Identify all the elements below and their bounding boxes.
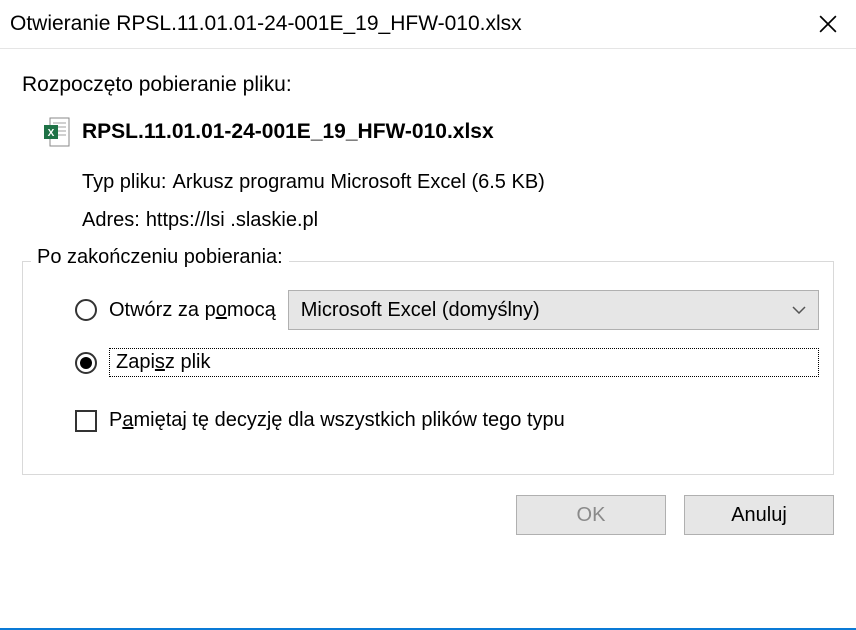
file-address-label: Adres: xyxy=(82,201,140,239)
save-file-label[interactable]: Zapisz plik xyxy=(116,351,210,373)
save-file-focus: Zapisz plik xyxy=(109,348,819,377)
file-name: RPSL.11.01.01-24-001E_19_HFW-010.xlsx xyxy=(82,120,494,144)
close-button[interactable] xyxy=(812,8,844,40)
file-address-value: https://lsi .slaskie.pl xyxy=(146,201,318,239)
open-with-select[interactable]: Microsoft Excel (domyślny) xyxy=(288,290,819,330)
ok-button[interactable]: OK xyxy=(516,495,666,535)
open-with-selected: Microsoft Excel (domyślny) xyxy=(301,299,540,322)
titlebar: Otwieranie RPSL.11.01.01-24-001E_19_HFW-… xyxy=(0,0,856,49)
open-with-row: Otwórz za pomocą Microsoft Excel (domyśl… xyxy=(75,290,819,330)
file-type-value: Arkusz programu Microsoft Excel (6.5 KB) xyxy=(172,163,544,201)
intro-text: Rozpoczęto pobieranie pliku: xyxy=(22,73,834,97)
save-file-radio[interactable] xyxy=(75,352,97,374)
close-icon xyxy=(819,15,837,33)
remember-row: Pamiętaj tę decyzję dla wszystkich plikó… xyxy=(75,409,819,432)
file-type-label: Typ pliku: xyxy=(82,163,166,201)
after-download-fieldset: Po zakończeniu pobierania: Otwórz za pom… xyxy=(22,261,834,475)
save-file-row: Zapisz plik xyxy=(75,348,819,377)
excel-file-icon: X xyxy=(44,117,70,147)
file-meta: Typ pliku: Arkusz programu Microsoft Exc… xyxy=(82,163,834,239)
fieldset-legend: Po zakończeniu pobierania: xyxy=(31,246,289,269)
file-row: X RPSL.11.01.01-24-001E_19_HFW-010.xlsx xyxy=(44,117,834,147)
cancel-button[interactable]: Anuluj xyxy=(684,495,834,535)
remember-label[interactable]: Pamiętaj tę decyzję dla wszystkich plikó… xyxy=(109,409,565,432)
window-title: Otwieranie RPSL.11.01.01-24-001E_19_HFW-… xyxy=(10,12,522,36)
svg-text:X: X xyxy=(48,128,55,139)
open-with-label[interactable]: Otwórz za pomocą xyxy=(109,299,276,322)
chevron-down-icon xyxy=(792,306,806,314)
remember-checkbox[interactable] xyxy=(75,410,97,432)
open-with-radio[interactable] xyxy=(75,299,97,321)
button-bar: OK Anuluj xyxy=(0,475,856,555)
